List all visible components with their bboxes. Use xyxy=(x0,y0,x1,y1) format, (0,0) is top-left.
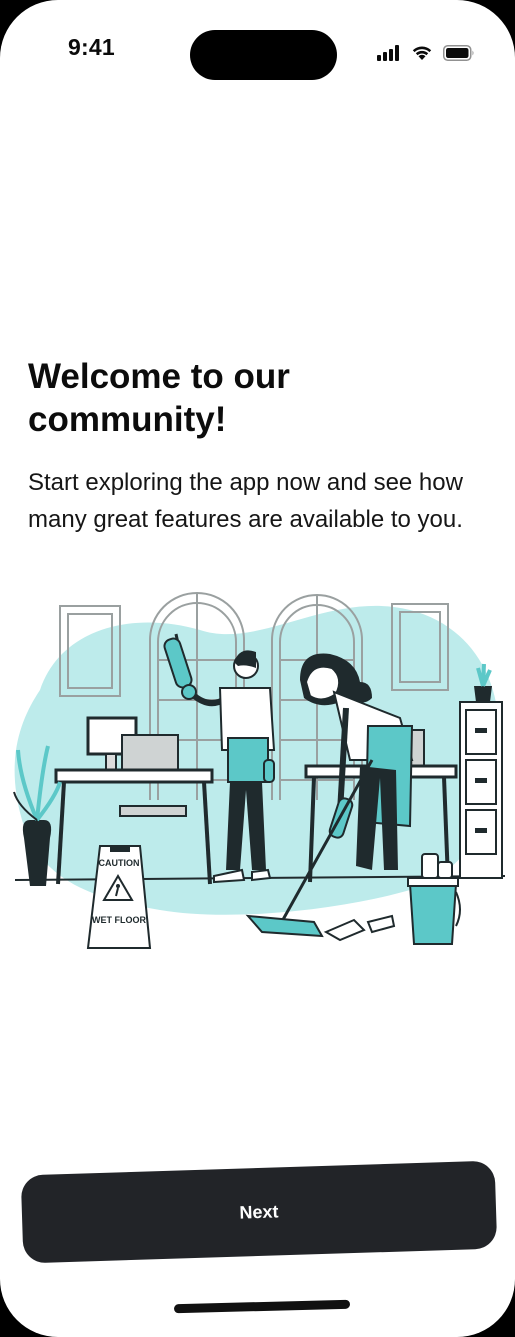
caution-sign-bottom-text: WET FLOOR xyxy=(92,915,146,925)
status-time: 9:41 xyxy=(68,34,115,60)
onboarding-title: Welcome to our community! xyxy=(28,357,290,439)
dynamic-island xyxy=(190,30,337,80)
caution-sign-top-text: CAUTION xyxy=(99,858,140,868)
wifi-icon xyxy=(412,46,432,60)
status-icons xyxy=(377,44,475,61)
onboarding-subtitle: Start exploring the app now and see how … xyxy=(28,469,463,533)
mop-head xyxy=(245,914,324,938)
cleaning-illustration: CAUTION WET FLOOR xyxy=(13,592,506,949)
next-button[interactable]: Next xyxy=(20,1160,498,1264)
phone-screen: 9:41 Welcome to our community! Start exp… xyxy=(0,0,515,1337)
cellular-signal-icon xyxy=(377,44,399,61)
status-bar: 9:41 xyxy=(0,0,515,100)
battery-icon xyxy=(443,44,474,61)
home-indicator[interactable] xyxy=(173,1299,351,1314)
caution-sign: CAUTION WET FLOOR xyxy=(86,845,152,949)
